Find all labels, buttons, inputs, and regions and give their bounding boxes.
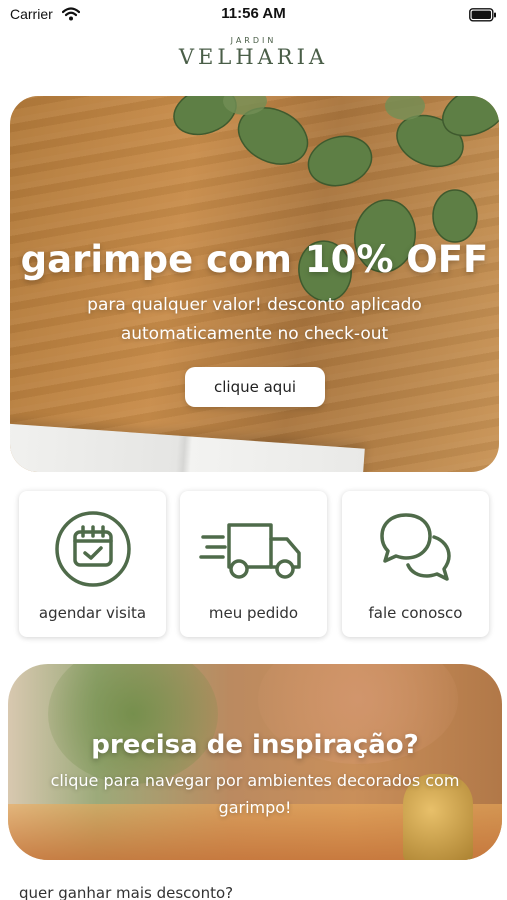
promo-banner[interactable]: garimpe com 10% OFF para qualquer valor!…	[10, 96, 499, 472]
logo-big-text: VELHARIA	[178, 45, 329, 69]
logo-small-text: JARDIN	[230, 36, 277, 45]
contact-us-card[interactable]: fale conosco	[342, 491, 489, 637]
status-bar: Carrier 11:56 AM	[0, 0, 507, 30]
inspiration-title: precisa de inspiração?	[91, 730, 419, 760]
plant-blur	[48, 664, 218, 784]
inspiration-subtitle: clique para navegar por ambientes decora…	[50, 771, 460, 817]
plant-image	[173, 96, 499, 302]
status-time: 11:56 AM	[221, 5, 286, 22]
calendar-check-icon	[19, 509, 166, 589]
delivery-truck-icon	[180, 509, 327, 589]
inspiration-banner[interactable]: precisa de inspiração? clique para naveg…	[8, 664, 502, 860]
contact-us-label: fale conosco	[368, 604, 463, 622]
brand-logo[interactable]: JARDIN VELHARIA	[0, 36, 507, 69]
schedule-visit-card[interactable]: agendar visita	[19, 491, 166, 637]
promo-subtitle: para qualquer valor! desconto aplicado a…	[87, 295, 422, 344]
chat-bubbles-icon	[342, 509, 489, 589]
my-order-label: meu pedido	[208, 604, 299, 622]
discount-prompt: quer ganhar mais desconto?	[19, 884, 234, 900]
promo-cta-button[interactable]: clique aqui	[185, 367, 325, 407]
schedule-visit-label: agendar visita	[38, 604, 147, 622]
promo-title: garimpe com 10% OFF	[20, 238, 489, 281]
battery-icon	[469, 7, 497, 26]
my-order-card[interactable]: meu pedido	[180, 491, 327, 637]
